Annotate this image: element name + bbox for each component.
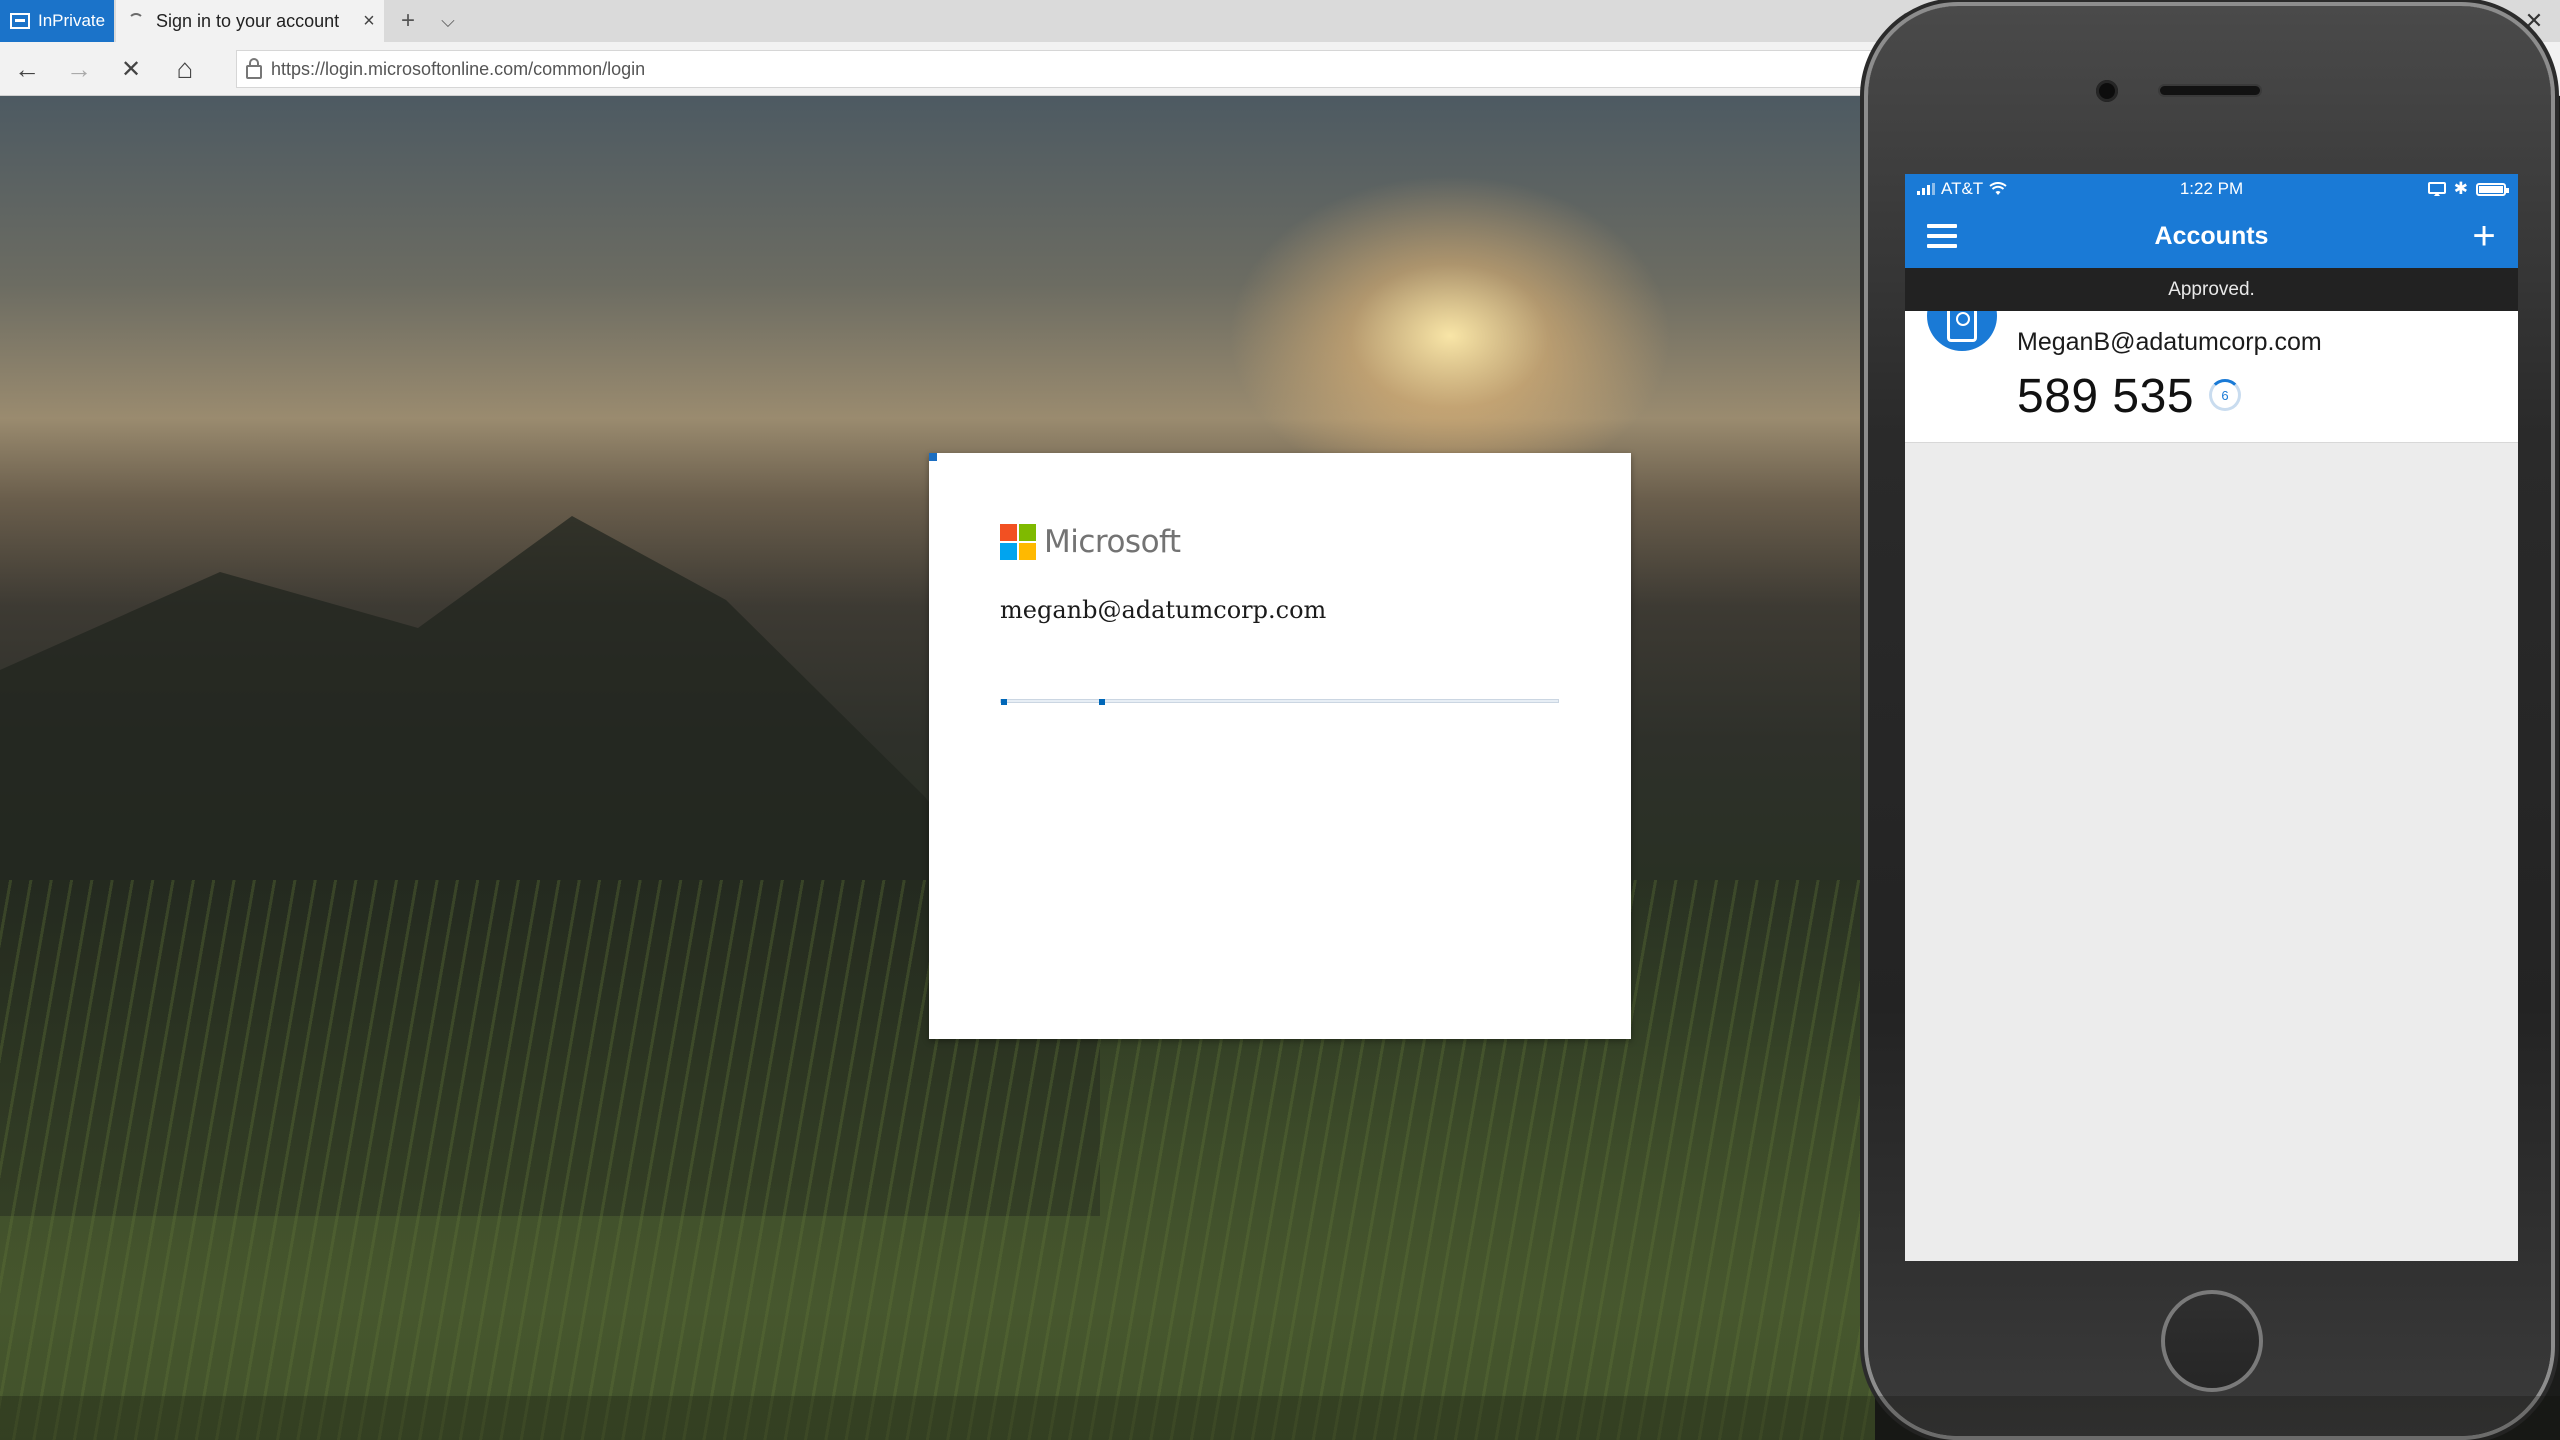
back-button[interactable]: ← xyxy=(2,42,52,96)
one-time-code: 589 535 xyxy=(2017,370,2195,423)
phone-status-bar: AT&T 1:22 PM ✱ xyxy=(1905,174,2518,204)
phone-side-button xyxy=(1861,440,1867,540)
battery-icon xyxy=(2476,182,2509,196)
loading-progress-bar xyxy=(1000,699,1559,705)
account-avatar-icon xyxy=(1927,311,1997,351)
inprivate-label: InPrivate xyxy=(38,11,106,30)
tab-sign-in[interactable]: Sign in to your account × xyxy=(116,0,384,42)
earpiece-speaker xyxy=(2160,86,2260,95)
url-text[interactable]: https://login.microsoftonline.com/common… xyxy=(271,59,645,80)
logo-square-yellow xyxy=(1019,543,1036,560)
status-icons: ✱ xyxy=(2427,179,2509,199)
app-header: Accounts + xyxy=(1905,204,2518,268)
logo-square-blue xyxy=(1000,543,1017,560)
status-time: 1:22 PM xyxy=(2179,179,2244,198)
brand-name: Microsoft xyxy=(1044,524,1181,560)
phone-side-button xyxy=(1861,183,1867,273)
new-tab-button[interactable]: + xyxy=(388,0,428,42)
sign-in-card: Microsoft meganb@adatumcorp.com xyxy=(929,453,1631,1039)
tab-title: Sign in to your account xyxy=(156,10,340,31)
inprivate-icon xyxy=(10,13,30,29)
progress-dot xyxy=(1001,699,1007,705)
stop-button[interactable]: ✕ xyxy=(106,42,156,96)
address-bar[interactable]: https://login.microsoftonline.com/common… xyxy=(236,50,1876,88)
front-camera xyxy=(2096,80,2118,102)
inprivate-badge[interactable]: InPrivate xyxy=(0,0,114,42)
lock-icon xyxy=(237,51,271,87)
tab-list-button[interactable]: ⌵ xyxy=(428,0,468,42)
microsoft-logo-icon xyxy=(1000,524,1036,560)
approval-toast: Approved. xyxy=(1905,268,2518,311)
logo-square-red xyxy=(1000,524,1017,541)
phone-home-button xyxy=(2161,1290,2263,1392)
logo-square-green xyxy=(1019,524,1036,541)
app-title: Accounts xyxy=(2154,222,2269,250)
account-list-item[interactable]: MeganB@adatumcorp.com 589 535 6 xyxy=(1905,311,2518,443)
home-button[interactable]: ⌂ xyxy=(160,42,210,96)
add-account-button[interactable]: + xyxy=(2464,214,2504,258)
bottom-shadow-strip xyxy=(0,1396,2560,1440)
phone-screen: AT&T 1:22 PM ✱ Accounts + Approved. Mega… xyxy=(1905,174,2518,1261)
loading-spinner-icon xyxy=(128,13,144,29)
code-timer-icon: 6 xyxy=(2209,379,2241,411)
phone-side-button xyxy=(1861,318,1867,408)
focus-marker xyxy=(929,453,937,461)
account-name: MeganB@adatumcorp.com xyxy=(2017,328,2322,356)
progress-dot xyxy=(1099,699,1105,705)
signin-email: meganb@adatumcorp.com xyxy=(1000,596,1327,624)
tab-close-icon[interactable]: × xyxy=(354,10,384,33)
microsoft-logo: Microsoft xyxy=(1000,524,1181,560)
screen-mirror-icon xyxy=(2427,182,2446,196)
forward-button[interactable]: → xyxy=(54,42,104,96)
bluetooth-icon: ✱ xyxy=(2453,179,2468,198)
